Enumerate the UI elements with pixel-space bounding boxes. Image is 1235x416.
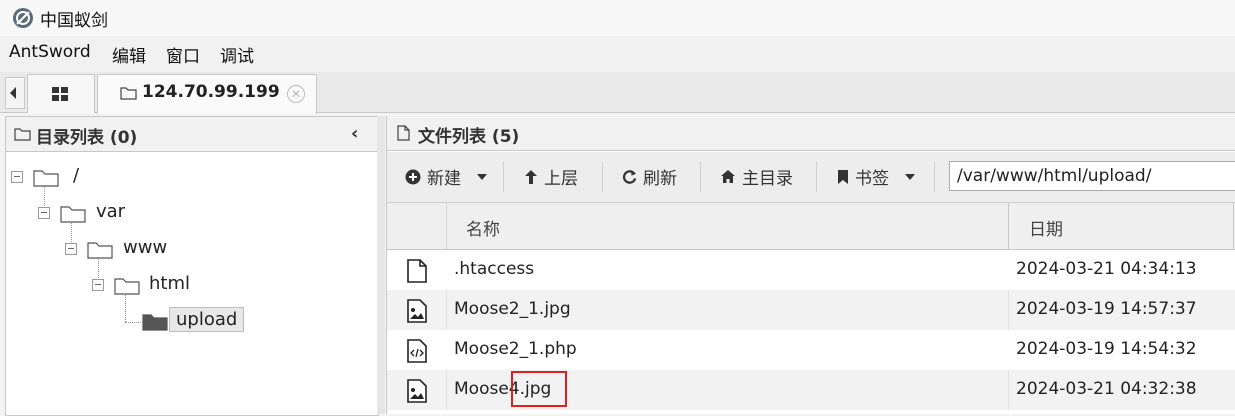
up-level-button[interactable]: 上层 (524, 164, 578, 189)
column-divider[interactable] (1008, 203, 1009, 249)
file-date: 2024-03-19 14:54:32 (1016, 339, 1197, 359)
panel-splitter[interactable] (377, 116, 385, 414)
code-file-icon (407, 339, 427, 363)
table-row[interactable]: Moose2_1.php 2024-03-19 14:54:32 (387, 330, 1235, 370)
toolbar-divider (602, 162, 603, 192)
toolbar-divider (934, 162, 935, 192)
table-row[interactable]: Moose2_1.jpg 2024-03-19 14:57:37 (387, 290, 1235, 330)
new-button[interactable]: 新建 (405, 164, 487, 189)
column-divider[interactable] (1233, 203, 1234, 249)
window-title: 中国蚁剑 (40, 11, 108, 31)
bookmark-button[interactable]: 书签 (837, 164, 915, 189)
toolbar-divider (700, 162, 701, 192)
collapse-toggle-icon[interactable] (38, 207, 50, 219)
menu-debug[interactable]: 调试 (220, 42, 254, 67)
menu-edit[interactable]: 编辑 (112, 42, 146, 67)
tree-node-label: www (123, 237, 168, 258)
tree-connector (125, 292, 126, 322)
directory-panel-header: 目录列表 (0) ‹ (6, 117, 378, 152)
tree-node-label-selected: upload (169, 307, 245, 332)
grid-icon (52, 87, 68, 101)
new-button-label: 新建 (427, 169, 461, 189)
cell-divider (446, 370, 447, 410)
folder-icon (114, 278, 140, 295)
path-input[interactable] (949, 161, 1235, 191)
tab-bar: 124.70.99.199 ✕ (0, 72, 1235, 114)
file-name: Moose2_1.php (454, 339, 577, 359)
collapse-panel-icon[interactable]: ‹ (351, 123, 358, 144)
bookmark-icon (838, 169, 848, 184)
cell-divider (1008, 290, 1009, 330)
up-level-label: 上层 (544, 169, 578, 189)
tab-shell[interactable]: 124.70.99.199 ✕ (97, 74, 317, 114)
file-date: 2024-03-21 04:34:13 (1016, 259, 1197, 279)
toolbar-divider (503, 162, 504, 192)
refresh-button[interactable]: 刷新 (622, 164, 677, 189)
chevron-down-icon (905, 173, 915, 180)
file-name: Moose2_1.jpg (454, 299, 571, 319)
image-file-icon (407, 299, 427, 323)
close-icon[interactable]: ✕ (287, 85, 305, 103)
cell-divider (446, 290, 447, 330)
refresh-label: 刷新 (643, 169, 677, 189)
arrow-left-icon (10, 87, 16, 99)
folder-icon (60, 206, 86, 223)
file-name: .htaccess (454, 259, 535, 279)
antsword-logo-icon (13, 8, 33, 28)
folder-icon (120, 87, 137, 100)
toolbar-divider (816, 162, 817, 192)
title-bar: 中国蚁剑 (0, 0, 1235, 36)
collapse-toggle-icon[interactable] (65, 243, 77, 255)
home-icon (721, 170, 735, 183)
file-grid-header: 名称 日期 (387, 203, 1235, 250)
tree-connector (125, 322, 141, 323)
tree-node-label: html (149, 273, 191, 294)
tree-node-label: var (96, 201, 126, 222)
folder-filled-icon (142, 314, 168, 331)
cell-divider (1008, 370, 1009, 410)
menu-antsword[interactable]: AntSword (9, 42, 91, 62)
file-icon (397, 125, 410, 141)
collapse-toggle-icon[interactable] (11, 171, 23, 183)
plus-circle-icon (405, 169, 421, 184)
file-list-header: 文件列表 (5) (387, 116, 1235, 151)
tree-node-label: / (73, 165, 80, 186)
arrow-up-icon (525, 169, 537, 184)
name-column-header[interactable]: 名称 (466, 215, 500, 240)
menu-window[interactable]: 窗口 (166, 42, 200, 67)
folder-icon (33, 170, 59, 187)
directory-panel: 目录列表 (0) ‹ / var www html upload (5, 116, 379, 416)
file-toolbar: 新建 上层 刷新 主目录 书签 /var/www/html/upload/ (387, 152, 1235, 203)
file-icon (407, 259, 427, 283)
collapse-toggle-icon[interactable] (92, 279, 104, 291)
directory-panel-title: 目录列表 (0) (36, 128, 138, 148)
file-date: 2024-03-19 14:57:37 (1016, 299, 1197, 319)
tab-home[interactable] (27, 74, 95, 113)
table-row[interactable]: .htaccess 2024-03-21 04:34:13 (387, 250, 1235, 290)
home-dir-label: 主目录 (742, 169, 793, 189)
folder-icon (87, 242, 113, 259)
tab-scroll-left-button[interactable] (5, 77, 25, 109)
file-date: 2024-03-21 04:32:38 (1016, 379, 1197, 399)
date-column-header[interactable]: 日期 (1029, 215, 1063, 240)
bookmark-label: 书签 (855, 169, 889, 189)
file-list-panel: 文件列表 (5) 新建 上层 刷新 主目录 书签 /var/www/html/u… (386, 116, 1235, 414)
file-list-title: 文件列表 (5) (418, 127, 520, 147)
home-dir-button[interactable]: 主目录 (720, 164, 793, 189)
image-file-icon (407, 379, 427, 403)
menu-bar: AntSword 编辑 窗口 调试 (0, 36, 1235, 73)
highlight-annotation (511, 371, 567, 407)
tab-label: 124.70.99.199 (142, 82, 280, 102)
chevron-down-icon (477, 173, 487, 180)
refresh-icon (622, 169, 637, 184)
folder-icon (14, 128, 31, 141)
icon-column-header (387, 203, 447, 249)
